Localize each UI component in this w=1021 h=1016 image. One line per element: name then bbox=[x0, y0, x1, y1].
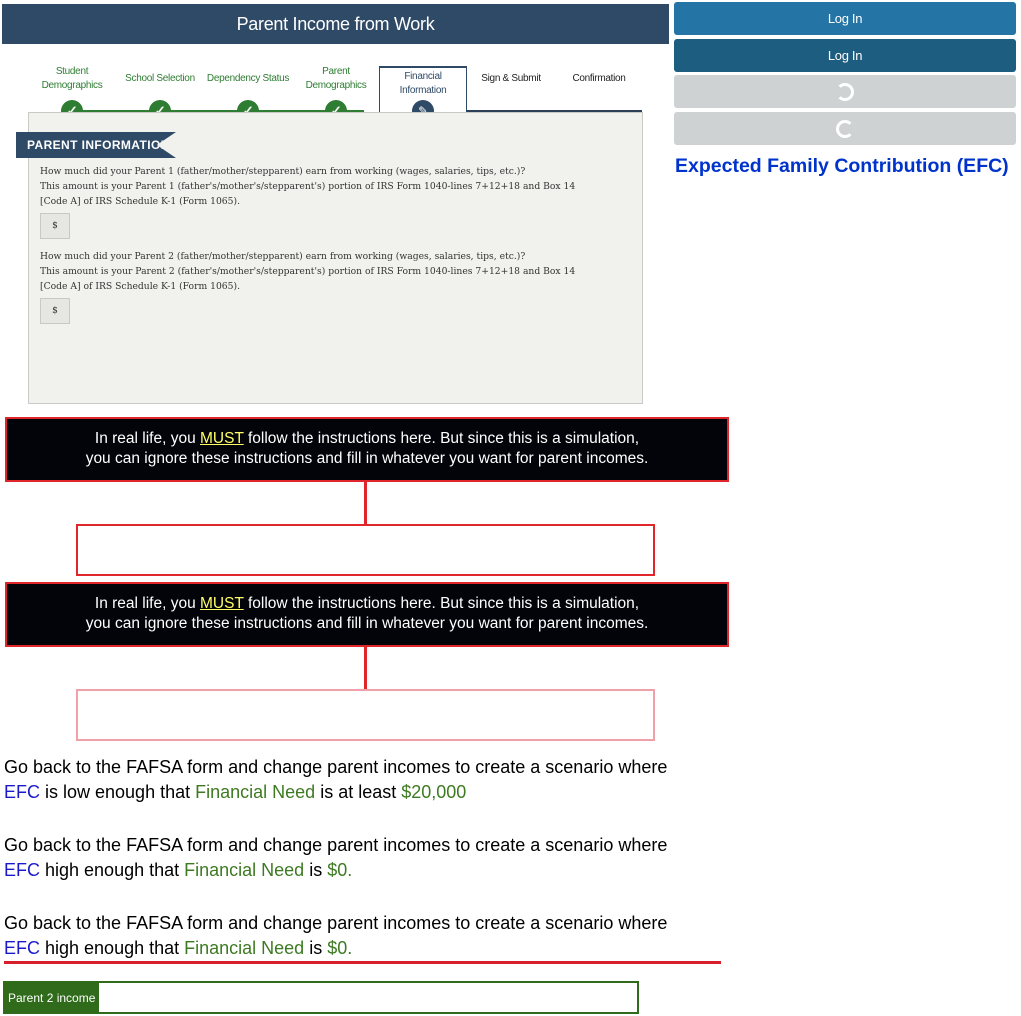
step-label: School Selection bbox=[125, 73, 195, 84]
parent2-income-label: Parent 2 income bbox=[5, 983, 100, 1012]
efc-heading: Expected Family Contribution (EFC) bbox=[675, 155, 1009, 177]
efc-term: EFC bbox=[4, 937, 40, 958]
instruction-tail: is bbox=[304, 859, 328, 880]
step-dependency-status[interactable]: Dependency Status ✓ bbox=[204, 64, 292, 122]
parent2-income-question: How much did your Parent 2 (father/mothe… bbox=[40, 249, 630, 294]
step-label-line1: Student bbox=[55, 66, 89, 77]
step-school-selection[interactable]: School Selection ✓ bbox=[116, 64, 204, 122]
loading-button bbox=[674, 112, 1016, 145]
step-label: Sign & Submit bbox=[481, 73, 541, 84]
login-button[interactable]: Log In bbox=[674, 2, 1016, 35]
parent2-income-input-group: Parent 2 income bbox=[3, 981, 639, 1014]
question-text-line2: This amount is your Parent 2 (father's/m… bbox=[40, 266, 576, 277]
instruction-tail: is bbox=[304, 937, 328, 958]
answer-box[interactable] bbox=[76, 524, 655, 576]
financial-need-term: Financial Need bbox=[184, 859, 305, 880]
step-student-demographics[interactable]: Student Demographics ✓ bbox=[28, 64, 116, 122]
step-parent-demographics[interactable]: Parent Demographics ✓ bbox=[292, 64, 380, 122]
financial-need-term: Financial Need bbox=[195, 781, 316, 802]
parent1-income-question: How much did your Parent 1 (father/mothe… bbox=[40, 164, 630, 209]
loading-button bbox=[674, 75, 1016, 108]
efc-term: EFC bbox=[4, 859, 40, 880]
efc-term: EFC bbox=[4, 781, 40, 802]
instruction-tail: is at least bbox=[315, 781, 402, 802]
step-label-line2: Demographics bbox=[41, 80, 103, 91]
question-text-line3: [Code A] of IRS Schedule K-1 (Form 1065)… bbox=[40, 196, 240, 207]
instruction-text: Go back to the FAFSA form and change par… bbox=[4, 833, 724, 882]
step-label-line1: Parent bbox=[322, 66, 350, 77]
connector-line bbox=[364, 647, 367, 689]
instruction-lead: Go back to the FAFSA form and change par… bbox=[4, 757, 668, 777]
notice-text: follow the instructions here. But since … bbox=[243, 430, 640, 447]
page-title: Parent Income from Work bbox=[2, 4, 669, 44]
login-button-secondary[interactable]: Log In bbox=[674, 39, 1016, 72]
step-label: Confirmation bbox=[572, 73, 626, 84]
need-amount: $20,000 bbox=[401, 781, 467, 802]
section-title: PARENT INFORMATION bbox=[16, 132, 176, 158]
need-amount: $0. bbox=[327, 937, 353, 958]
simulation-notice: In real life, you MUST follow the instru… bbox=[5, 417, 729, 482]
notice-text-line2: you can ignore these instructions and fi… bbox=[85, 615, 649, 632]
notice-text: follow the instructions here. But since … bbox=[243, 595, 640, 612]
instruction-mid: is low enough that bbox=[40, 781, 196, 802]
notice-must: MUST bbox=[200, 430, 244, 447]
step-confirmation[interactable]: Confirmation bbox=[555, 64, 643, 94]
step-label-line1: Financial bbox=[404, 71, 442, 82]
step-label-line2: Information bbox=[399, 85, 447, 96]
connector-line bbox=[364, 482, 367, 524]
instruction-lead: Go back to the FAFSA form and change par… bbox=[4, 913, 668, 933]
question-text-line2: This amount is your Parent 1 (father's/m… bbox=[40, 181, 576, 192]
instruction-mid: high enough that bbox=[40, 859, 185, 880]
financial-need-term: Financial Need bbox=[184, 937, 305, 958]
instruction-lead: Go back to the FAFSA form and change par… bbox=[4, 835, 668, 855]
step-sign-submit[interactable]: Sign & Submit bbox=[467, 64, 555, 94]
answer-box[interactable] bbox=[76, 689, 655, 741]
spinner-icon bbox=[836, 82, 854, 101]
question-text-line3: [Code A] of IRS Schedule K-1 (Form 1065)… bbox=[40, 281, 240, 292]
notice-text-line2: you can ignore these instructions and fi… bbox=[85, 450, 649, 467]
step-label: Dependency Status bbox=[206, 73, 290, 84]
divider bbox=[4, 961, 721, 964]
question-text-line1: How much did your Parent 2 (father/mothe… bbox=[40, 251, 526, 262]
notice-must: MUST bbox=[200, 595, 244, 612]
step-financial-information[interactable]: Financial Information ✎ bbox=[379, 66, 467, 122]
spinner-icon bbox=[836, 119, 854, 138]
instruction-text: Go back to the FAFSA form and change par… bbox=[4, 755, 724, 804]
instruction-text: Go back to the FAFSA form and change par… bbox=[4, 911, 724, 960]
parent2-income-input[interactable] bbox=[99, 983, 637, 1012]
simulation-notice: In real life, you MUST follow the instru… bbox=[5, 582, 729, 647]
instruction-mid: high enough that bbox=[40, 937, 185, 958]
notice-text: In real life, you bbox=[94, 430, 201, 447]
step-label-line2: Demographics bbox=[305, 80, 367, 91]
question-text-line1: How much did your Parent 1 (father/mothe… bbox=[40, 166, 526, 177]
need-amount: $0. bbox=[327, 859, 353, 880]
parent2-income-field[interactable]: $ bbox=[40, 298, 70, 324]
notice-text: In real life, you bbox=[94, 595, 201, 612]
parent1-income-field[interactable]: $ bbox=[40, 213, 70, 239]
